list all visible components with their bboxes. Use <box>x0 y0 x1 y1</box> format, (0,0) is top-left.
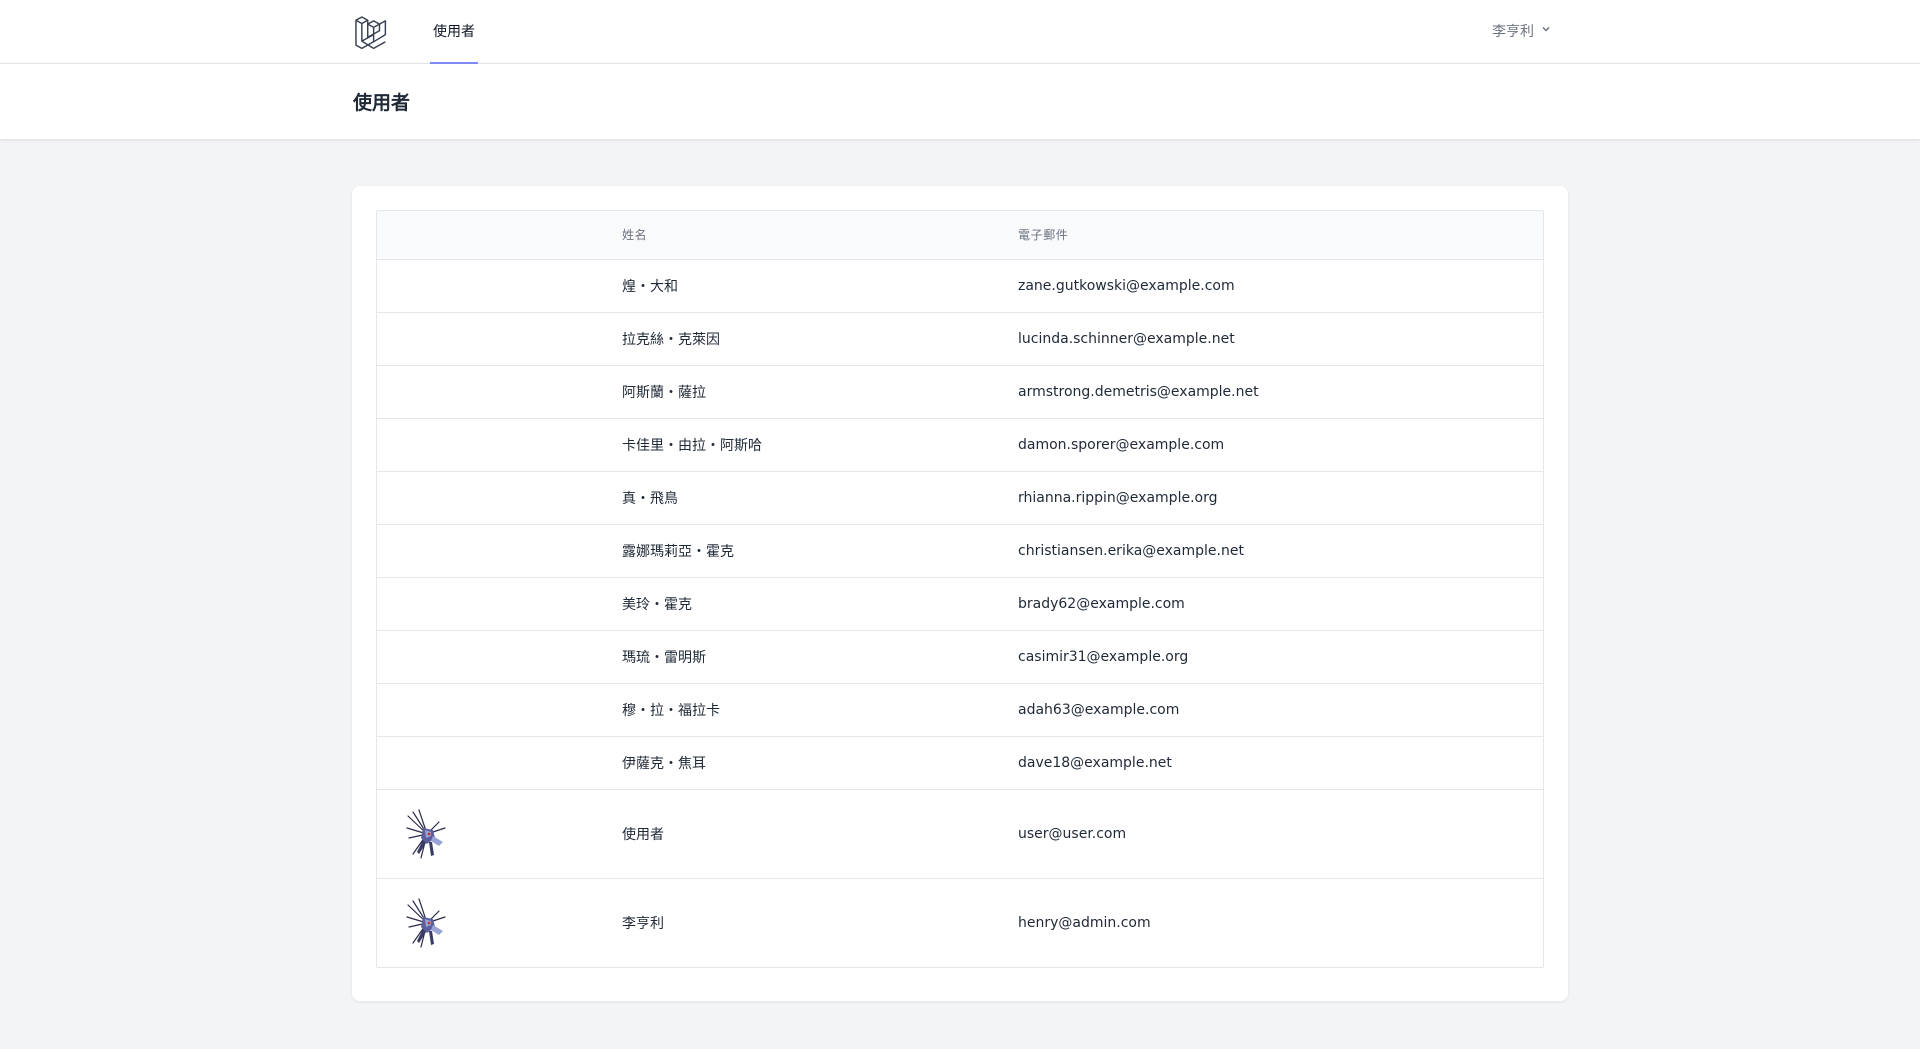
column-header-name: 姓名 <box>622 228 648 243</box>
user-email-cell: user@user.com <box>1018 825 1127 842</box>
avatar-cell <box>377 418 622 471</box>
user-email-cell: armstrong.demetris@example.net <box>1018 383 1259 400</box>
table-body: 煌・大和 zane.gutkowski@example.com 拉克絲・克萊因 luc… <box>377 259 1543 967</box>
app-logo-icon[interactable] <box>353 15 389 50</box>
user-name-cell: 李亨利 <box>622 915 664 932</box>
users-table-wrapper: 姓名 電子郵件 煌・大和 zane.gutkowski@example.com 拉克… <box>376 210 1544 968</box>
user-email-cell: christiansen.erika@example.net <box>1018 542 1244 559</box>
user-email-cell: casimir31@example.org <box>1018 648 1189 665</box>
avatar <box>405 808 622 860</box>
avatar-cell <box>377 312 622 365</box>
user-name-cell: 瑪琉・雷明斯 <box>622 649 706 666</box>
table-row: 卡佳里・由拉・阿斯哈 damon.sporer@example.com <box>377 418 1543 471</box>
table-row: 真・飛鳥 rhianna.rippin@example.org <box>377 471 1543 524</box>
avatar-cell <box>377 471 622 524</box>
chevron-down-icon <box>1540 23 1552 39</box>
user-email-cell: damon.sporer@example.com <box>1018 436 1225 453</box>
user-dropdown[interactable]: 李亨利 <box>1492 0 1552 62</box>
avatar-cell <box>377 736 622 789</box>
table-row: 瑪琉・雷明斯 casimir31@example.org <box>377 630 1543 683</box>
page-title: 使用者 <box>353 92 411 114</box>
table-header-row: 姓名 電子郵件 <box>377 211 1543 259</box>
users-card: 姓名 電子郵件 煌・大和 zane.gutkowski@example.com 拉克… <box>352 186 1568 1001</box>
avatar-cell <box>377 524 622 577</box>
user-name-cell: 真・飛鳥 <box>622 490 678 507</box>
table-row: 李亨利 henry@admin.com <box>377 878 1543 967</box>
table-row: 伊薩克・焦耳 dave18@example.net <box>377 736 1543 789</box>
user-name-cell: 穆・拉・福拉卡 <box>622 702 720 719</box>
user-name-cell: 煌・大和 <box>622 278 678 295</box>
user-name-cell: 使用者 <box>622 826 664 843</box>
table-row: 煌・大和 zane.gutkowski@example.com <box>377 259 1543 312</box>
user-name-cell: 美玲・霍克 <box>622 596 692 613</box>
avatar-cell <box>377 878 622 967</box>
table-row: 穆・拉・福拉卡 adah63@example.com <box>377 683 1543 736</box>
user-name-cell: 卡佳里・由拉・阿斯哈 <box>622 437 762 454</box>
user-email-cell: lucinda.schinner@example.net <box>1018 330 1235 347</box>
avatar-cell <box>377 630 622 683</box>
avatar-cell <box>377 683 622 736</box>
top-navigation: 使用者 李亨利 <box>0 0 1920 64</box>
table-row: 露娜瑪莉亞・霍克 christiansen.erika@example.net <box>377 524 1543 577</box>
user-email-cell: henry@admin.com <box>1018 914 1151 931</box>
nav-link-users[interactable]: 使用者 <box>430 0 478 64</box>
user-email-cell: rhianna.rippin@example.org <box>1018 489 1218 506</box>
user-email-cell: dave18@example.net <box>1018 754 1172 771</box>
user-name-cell: 露娜瑪莉亞・霍克 <box>622 543 734 560</box>
table-row: 阿斯蘭・薩拉 armstrong.demetris@example.net <box>377 365 1543 418</box>
user-name-cell: 拉克絲・克萊因 <box>622 331 720 348</box>
table-row: 拉克絲・克萊因 lucinda.schinner@example.net <box>377 312 1543 365</box>
avatar-cell <box>377 577 622 630</box>
table-row: 美玲・霍克 brady62@example.com <box>377 577 1543 630</box>
column-header-email: 電子郵件 <box>1018 228 1069 243</box>
avatar-cell <box>377 259 622 312</box>
table-row: 使用者 user@user.com <box>377 789 1543 878</box>
users-table: 姓名 電子郵件 煌・大和 zane.gutkowski@example.com 拉克… <box>377 211 1543 967</box>
user-email-cell: adah63@example.com <box>1018 701 1180 718</box>
user-email-cell: brady62@example.com <box>1018 595 1185 612</box>
page-header: 使用者 <box>0 64 1920 139</box>
avatar-cell <box>377 365 622 418</box>
avatar <box>405 897 622 949</box>
avatar-cell <box>377 789 622 878</box>
user-name-cell: 阿斯蘭・薩拉 <box>622 384 706 401</box>
user-name-cell: 伊薩克・焦耳 <box>622 755 706 772</box>
user-email-cell: zane.gutkowski@example.com <box>1018 277 1235 294</box>
column-header-avatar <box>377 211 622 259</box>
user-name: 李亨利 <box>1492 24 1534 40</box>
